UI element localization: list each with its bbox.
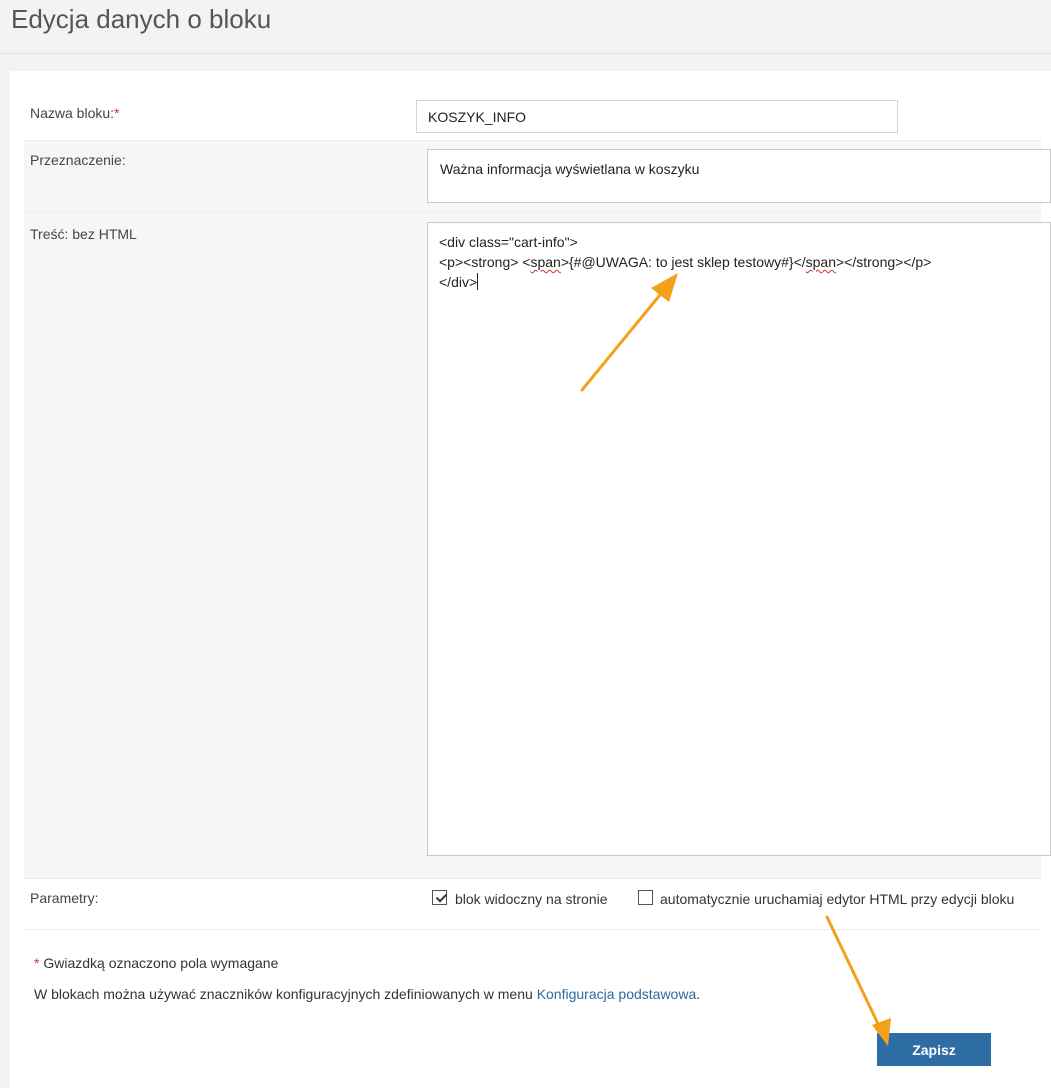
content-textarea[interactable]: <div class="cart-info"> <p><strong> <spa… [427,222,1051,856]
page-title: Edycja danych o bloku [11,4,272,34]
params-label: Parametry: [30,890,99,906]
purpose-label: Przeznaczenie: [30,152,126,168]
auto-html-checkbox-label[interactable]: automatycznie uruchamiaj edytor HTML prz… [660,891,1014,907]
auto-html-checkbox[interactable] [638,890,653,905]
row-block-name: Nazwa bloku:* [24,91,1041,141]
required-mark: * [114,105,120,121]
code-line-2: <p><strong> <span>{#@UWAGA: to jest skle… [439,254,932,270]
purpose-textarea[interactable]: Ważna informacja wyświetlana w koszyku [427,149,1051,203]
required-note: * Gwiazdką oznaczono pola wymagane [34,955,279,971]
block-name-input[interactable] [416,100,898,133]
content-label: Treść: bez HTML [30,226,137,242]
visible-checkbox-label[interactable]: blok widoczny na stronie [455,891,608,907]
visible-checkbox[interactable] [432,890,448,905]
spellcheck-mark: span [530,254,561,270]
basic-config-link[interactable]: Konfiguracja podstawowa [537,986,697,1002]
save-button[interactable]: Zapisz [877,1033,991,1066]
code-line-3: </div> [439,273,479,290]
block-name-label: Nazwa bloku:* [30,105,120,121]
code-line-1: <div class="cart-info"> [439,234,578,250]
spellcheck-mark: span [805,254,836,270]
text-caret [477,273,479,290]
check-icon [435,891,448,903]
tags-note: W blokach można używać znaczników konfig… [34,986,701,1002]
page-header: Edycja danych o bloku [0,0,1051,54]
